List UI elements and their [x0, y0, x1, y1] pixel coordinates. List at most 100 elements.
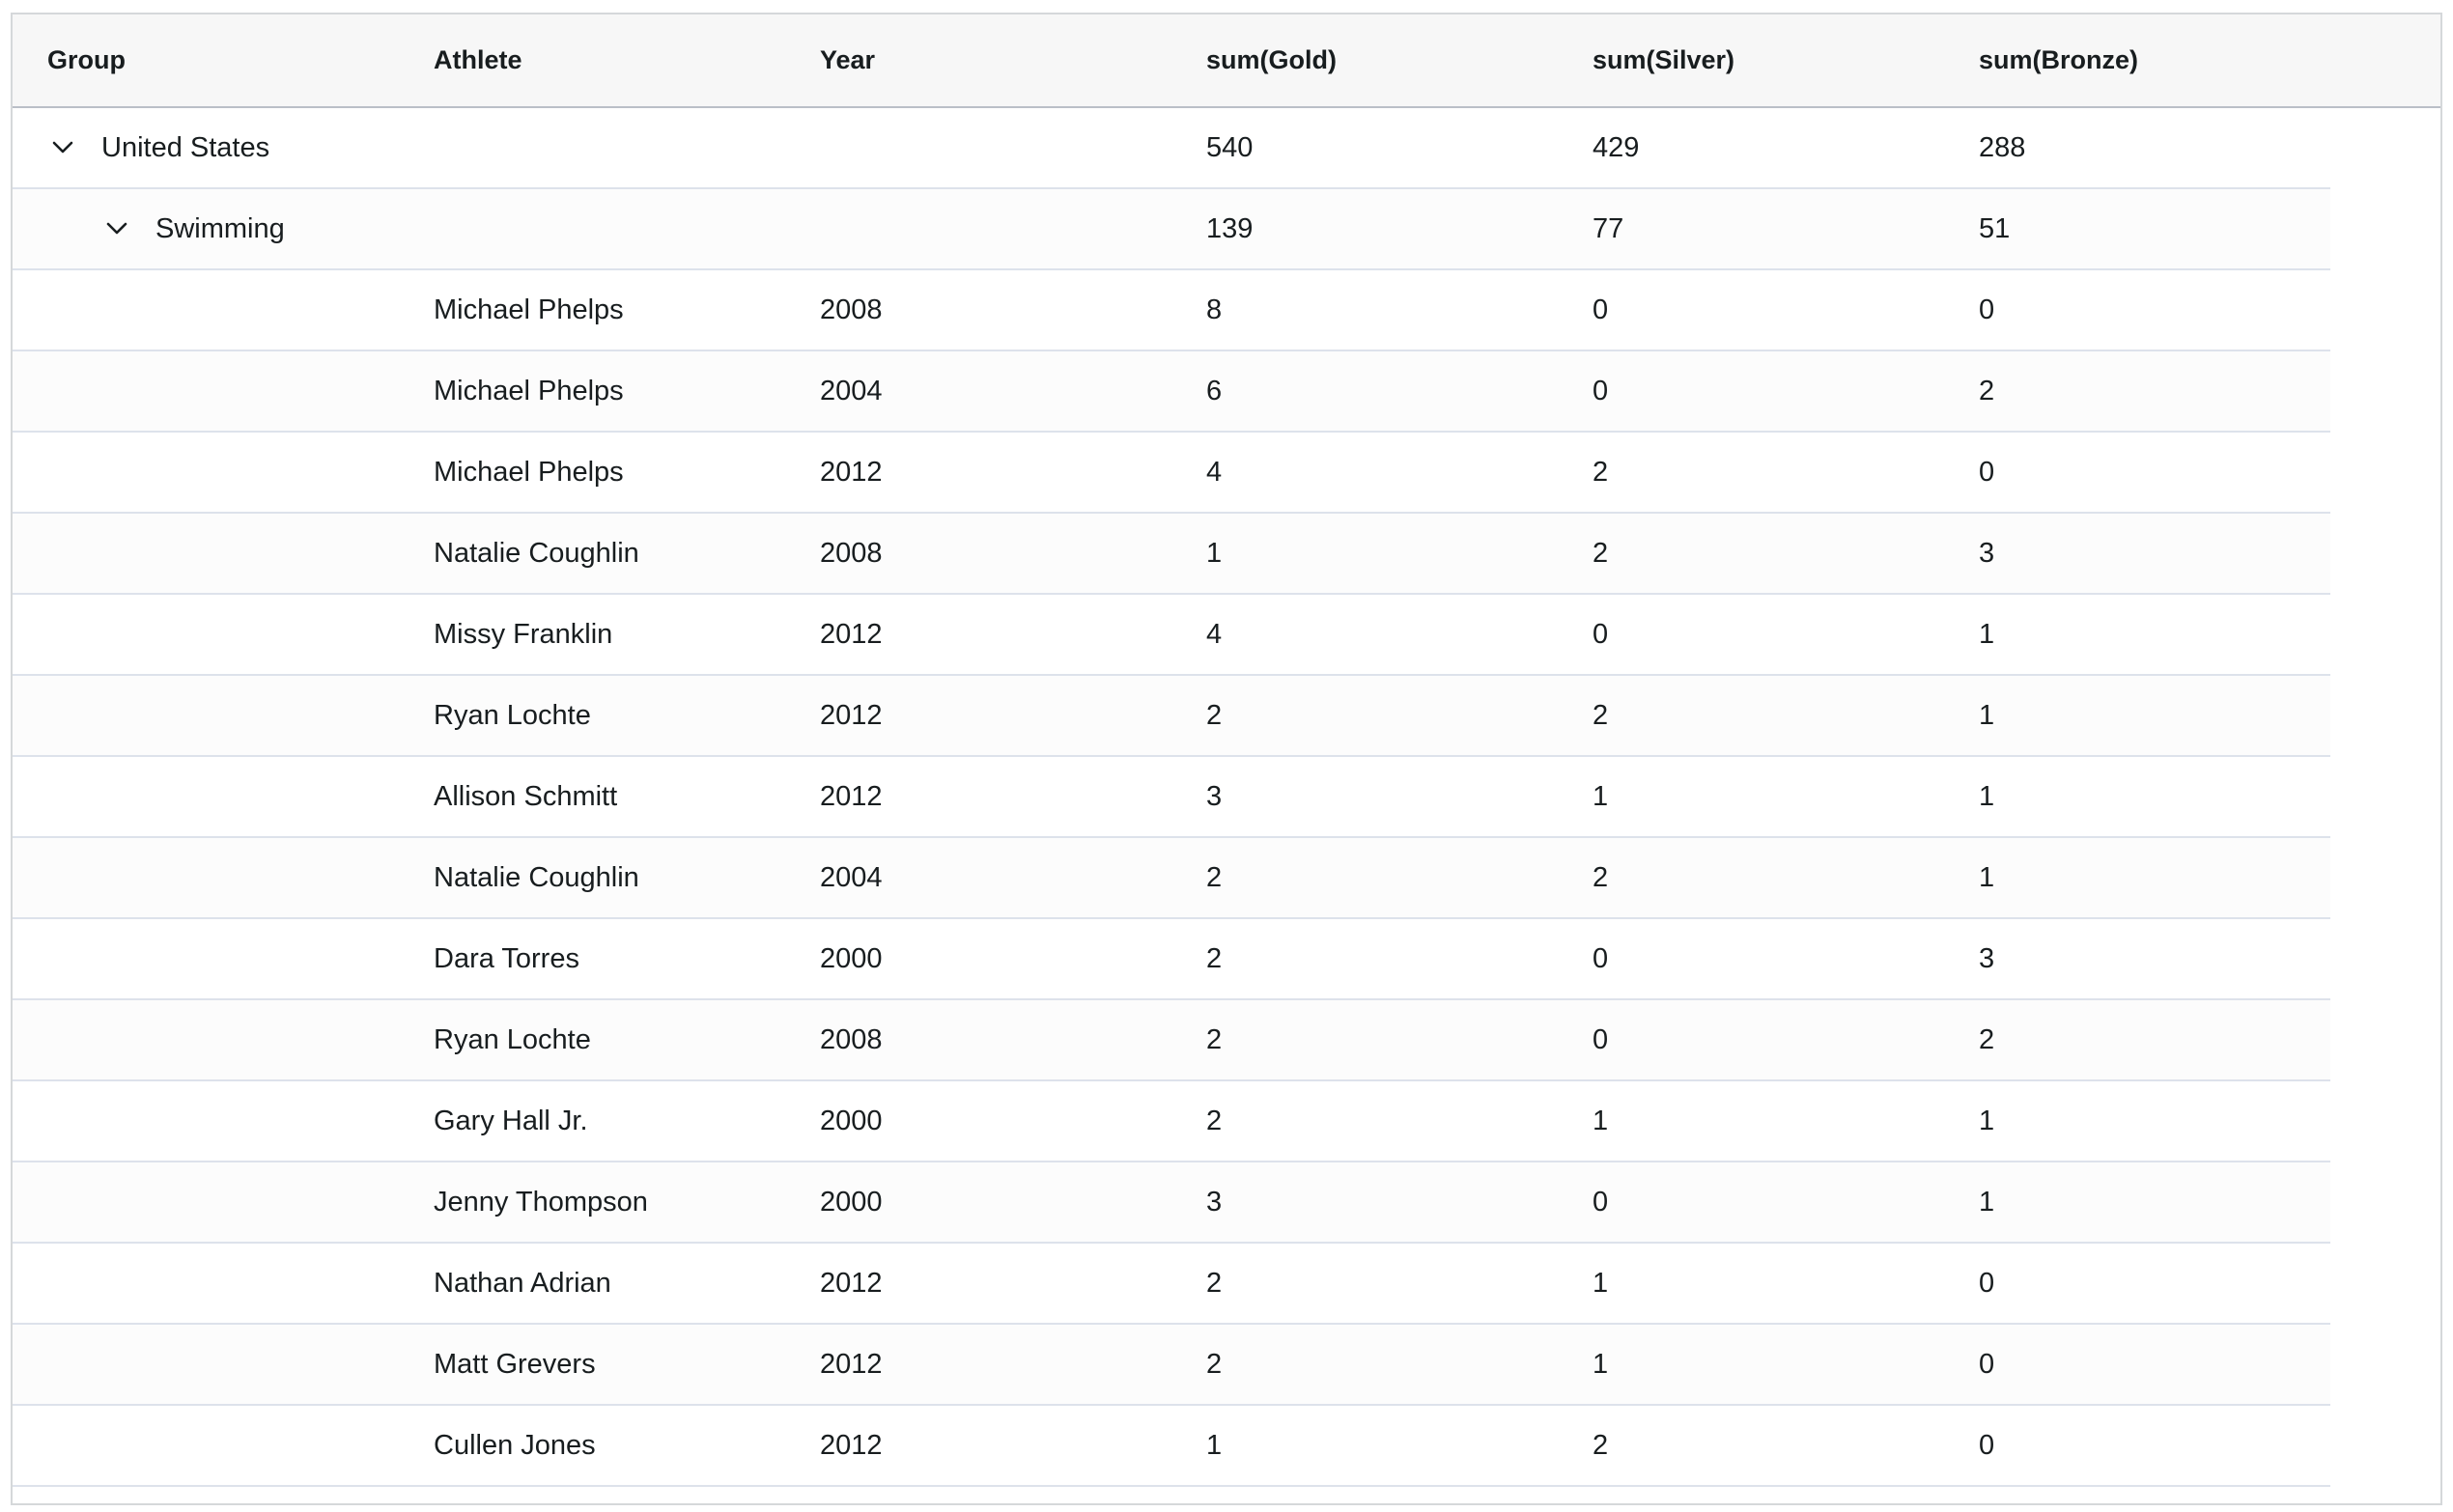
silver-cell: 1 — [1593, 1106, 1609, 1136]
year-cell: 2012 — [820, 619, 883, 650]
column-header-year[interactable]: Year — [820, 14, 875, 106]
table-row[interactable]: Dara Torres 2000 2 0 3 — [13, 919, 2330, 1000]
table-row[interactable]: Natalie Coughlin 2008 1 2 3 — [13, 514, 2330, 595]
bronze-cell: 1 — [1979, 862, 1995, 893]
athlete-cell: Cullen Jones — [434, 1430, 596, 1461]
table-row[interactable]: Ryan Lochte 2012 2 2 1 — [13, 676, 2330, 757]
bronze-cell: 1 — [1979, 619, 1995, 650]
silver-cell: 0 — [1593, 376, 1609, 406]
table-row[interactable]: Michael Phelps 2008 8 0 0 — [13, 270, 2330, 351]
column-header-silver[interactable]: sum(Silver) — [1593, 14, 1734, 106]
table-row[interactable]: Allison Schmitt 2012 3 1 1 — [13, 757, 2330, 838]
athlete-cell: Michael Phelps — [434, 457, 624, 488]
table-row[interactable]: Michael Phelps 2004 6 0 2 — [13, 351, 2330, 433]
column-header-bronze[interactable]: sum(Bronze) — [1979, 14, 2138, 106]
gold-cell: 2 — [1206, 1106, 1223, 1136]
gold-cell: 2 — [1206, 943, 1223, 974]
bronze-cell: 1 — [1979, 700, 1995, 731]
athlete-cell: Ryan Lochte — [434, 700, 591, 731]
table-row[interactable]: Gary Hall Jr. 2000 2 1 1 — [13, 1081, 2330, 1162]
year-cell: 2004 — [820, 376, 883, 406]
gold-cell: 1 — [1206, 1430, 1223, 1461]
silver-cell: 0 — [1593, 1187, 1609, 1218]
silver-cell: 2 — [1593, 457, 1609, 488]
athlete-cell: Natalie Coughlin — [434, 538, 639, 569]
bronze-cell: 0 — [1979, 294, 1995, 325]
column-header-group[interactable]: Group — [47, 14, 126, 106]
bronze-cell: 1 — [1979, 781, 1995, 812]
gold-cell: 2 — [1206, 1268, 1223, 1299]
table-row[interactable]: Cullen Jones 2012 1 2 0 — [13, 1406, 2330, 1487]
bronze-cell: 2 — [1979, 1024, 1995, 1055]
silver-cell: 0 — [1593, 619, 1609, 650]
year-cell: 2012 — [820, 1430, 883, 1461]
bronze-cell: 3 — [1979, 943, 1995, 974]
group-silver-total: 77 — [1593, 213, 1624, 244]
athlete-cell: Missy Franklin — [434, 619, 613, 650]
gold-cell: 8 — [1206, 294, 1223, 325]
table-row[interactable]: Ryan Lochte 2008 2 0 2 — [13, 1000, 2330, 1081]
silver-cell: 2 — [1593, 700, 1609, 731]
bronze-cell: 0 — [1979, 1430, 1995, 1461]
grid-header: Group Athlete Year sum(Gold) sum(Silver)… — [13, 14, 2440, 108]
table-row[interactable]: Michael Phelps 2012 4 2 0 — [13, 433, 2330, 514]
athlete-cell: Nathan Adrian — [434, 1268, 611, 1299]
group-bronze-total: 288 — [1979, 132, 2026, 163]
athlete-cell: Gary Hall Jr. — [434, 1106, 588, 1136]
table-row[interactable]: Missy Franklin 2012 4 0 1 — [13, 595, 2330, 676]
gold-cell: 2 — [1206, 700, 1223, 731]
bronze-cell: 0 — [1979, 1349, 1995, 1380]
data-grid: Group Athlete Year sum(Gold) sum(Silver)… — [11, 13, 2442, 1505]
bronze-cell: 1 — [1979, 1106, 1995, 1136]
chevron-down-icon[interactable] — [43, 108, 82, 187]
year-cell: 2008 — [820, 294, 883, 325]
silver-cell: 1 — [1593, 1349, 1609, 1380]
silver-cell: 2 — [1593, 538, 1609, 569]
silver-cell: 2 — [1593, 1430, 1609, 1461]
silver-cell: 0 — [1593, 1024, 1609, 1055]
table-row[interactable]: Natalie Coughlin 2004 2 2 1 — [13, 838, 2330, 919]
table-row[interactable]: Jenny Thompson 2000 3 0 1 — [13, 1162, 2330, 1244]
athlete-cell: Ryan Lochte — [434, 1024, 591, 1055]
year-cell: 2000 — [820, 943, 883, 974]
bronze-cell: 3 — [1979, 538, 1995, 569]
group-row-sport[interactable]: Swimming 139 77 51 — [13, 189, 2330, 270]
group-silver-total: 429 — [1593, 132, 1640, 163]
year-cell: 2008 — [820, 1024, 883, 1055]
gold-cell: 3 — [1206, 1187, 1223, 1218]
group-row-country[interactable]: United States 540 429 288 — [13, 108, 2330, 189]
silver-cell: 0 — [1593, 294, 1609, 325]
year-cell: 2012 — [820, 1349, 883, 1380]
year-cell: 2000 — [820, 1106, 883, 1136]
gold-cell: 2 — [1206, 862, 1223, 893]
group-gold-total: 540 — [1206, 132, 1254, 163]
year-cell: 2012 — [820, 1268, 883, 1299]
chevron-down-icon[interactable] — [98, 189, 136, 268]
athlete-cell: Allison Schmitt — [434, 781, 618, 812]
year-cell: 2012 — [820, 781, 883, 812]
athlete-cell: Natalie Coughlin — [434, 862, 639, 893]
athlete-cell: Jenny Thompson — [434, 1187, 648, 1218]
year-cell: 2008 — [820, 538, 883, 569]
bronze-cell: 1 — [1979, 1187, 1995, 1218]
group-name: Swimming — [155, 213, 285, 244]
column-header-athlete[interactable]: Athlete — [434, 14, 522, 106]
table-row[interactable]: Nathan Adrian 2012 2 1 0 — [13, 1244, 2330, 1325]
year-cell: 2000 — [820, 1187, 883, 1218]
year-cell: 2012 — [820, 457, 883, 488]
group-name: United States — [101, 132, 270, 163]
athlete-cell: Michael Phelps — [434, 294, 624, 325]
bronze-cell: 0 — [1979, 1268, 1995, 1299]
gold-cell: 1 — [1206, 538, 1223, 569]
athlete-cell: Michael Phelps — [434, 376, 624, 406]
gold-cell: 4 — [1206, 457, 1223, 488]
athlete-cell: Matt Grevers — [434, 1349, 596, 1380]
gold-cell: 4 — [1206, 619, 1223, 650]
silver-cell: 1 — [1593, 1268, 1609, 1299]
silver-cell: 0 — [1593, 943, 1609, 974]
column-header-gold[interactable]: sum(Gold) — [1206, 14, 1337, 106]
table-row[interactable]: Matt Grevers 2012 2 1 0 — [13, 1325, 2330, 1406]
year-cell: 2012 — [820, 700, 883, 731]
gold-cell: 2 — [1206, 1024, 1223, 1055]
group-bronze-total: 51 — [1979, 213, 2011, 244]
